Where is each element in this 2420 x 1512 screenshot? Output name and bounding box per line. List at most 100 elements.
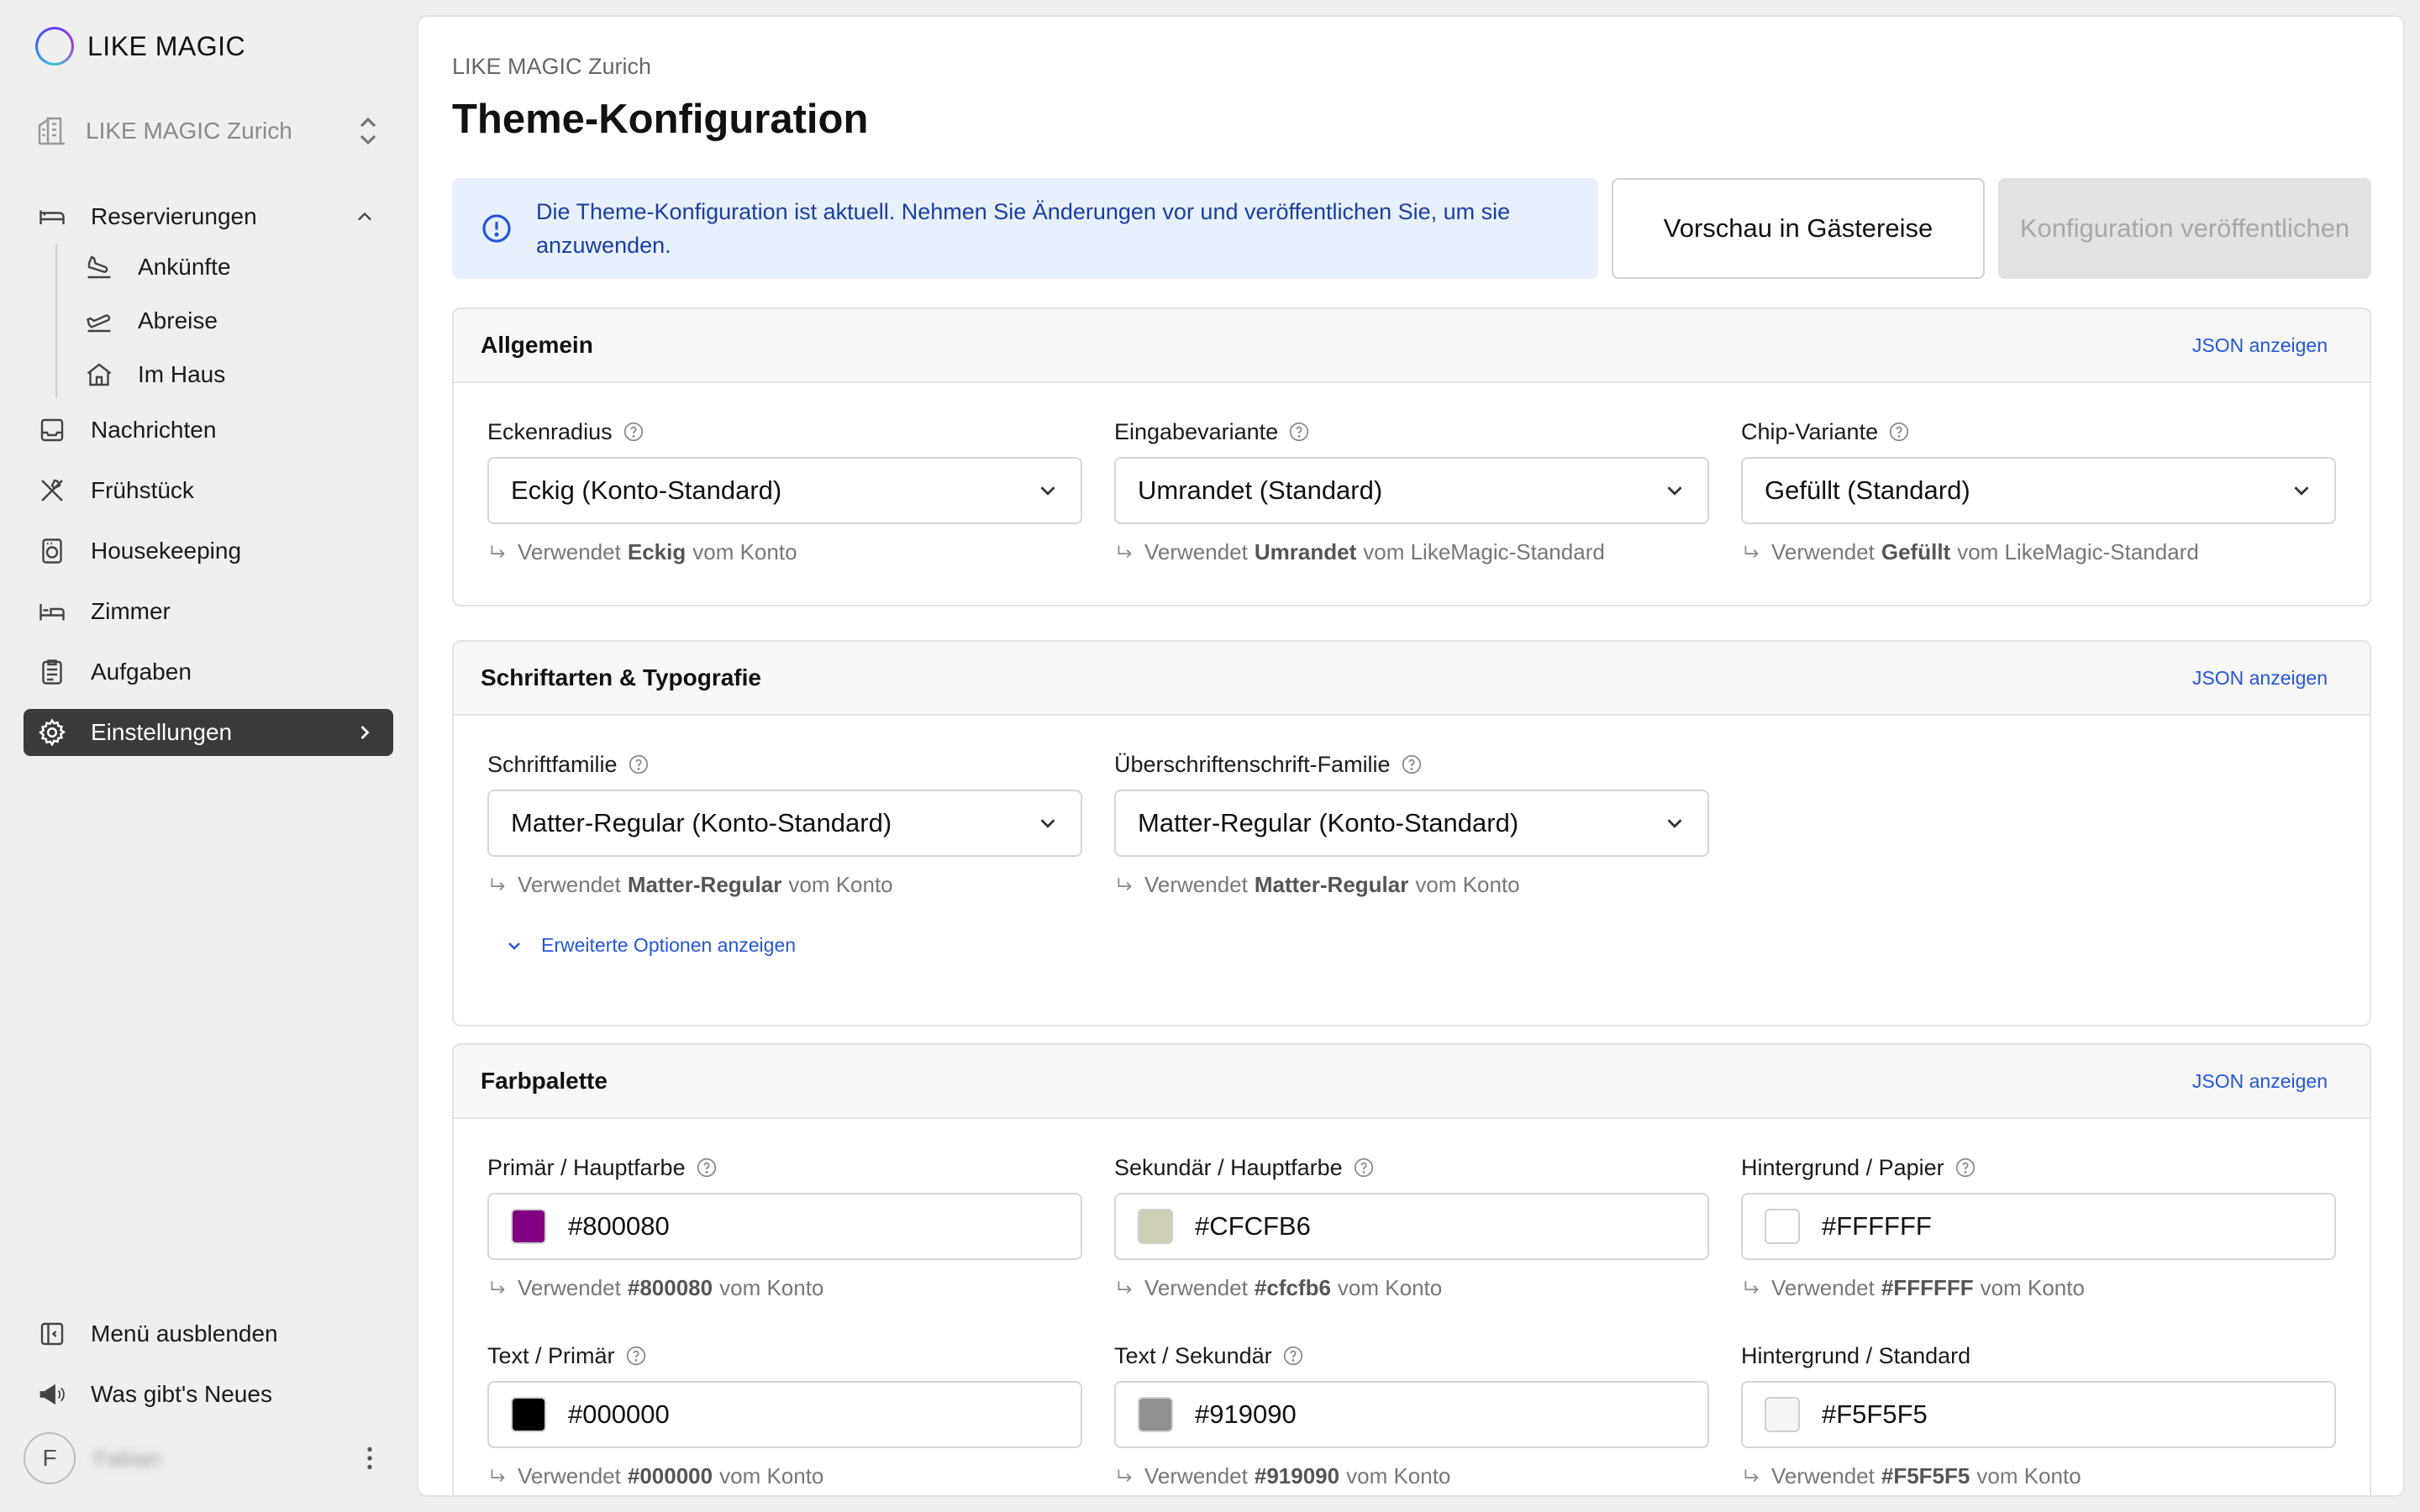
bed-icon [39,210,65,224]
nav-item-reservations[interactable]: Reservierungen [24,193,393,240]
help-icon[interactable] [1282,1345,1304,1367]
nav-item-arrivals[interactable]: Ankünfte [57,244,393,291]
color-swatch[interactable] [1138,1209,1173,1244]
home-icon [87,363,112,386]
color-palette-section: Farbpalette JSON anzeigen Primär / Haupt… [452,1043,2371,1495]
input-variant-select[interactable]: Umrandet (Standard) [1114,457,1709,524]
field-label-row: Eckenradius [487,417,1082,447]
show-json-link[interactable]: JSON anzeigen [2192,334,2328,357]
color-swatch[interactable] [511,1209,546,1244]
help-icon[interactable] [1954,1157,1976,1179]
chip-variant-select[interactable]: Gefüllt (Standard) [1741,457,2336,524]
hint-prefix: Verwendet [1771,1463,1875,1488]
heading-font-family-field: Überschriftenschrift-Familie Matter-Regu… [1114,749,1709,898]
inheritance-hint: Verwendet #FFFFFF vom Konto [1741,1275,2336,1301]
plane-takeoff-icon [87,314,111,333]
secondary-main-input[interactable]: #CFCFB6 [1114,1193,1709,1260]
info-alert: Die Theme-Konfiguration ist aktuell. Neh… [452,178,1598,279]
nav-item-tasks[interactable]: Aufgaben [24,648,393,696]
help-icon[interactable] [1401,753,1423,775]
chevron-down-icon [1667,486,1682,496]
hint-source: Matter-Regular [1254,872,1409,897]
section-header: Allgemein JSON anzeigen [454,309,2370,383]
hint-source: #919090 [1254,1463,1340,1488]
main-nav: Reservierungen Ankünfte Abreise Im Haus … [24,193,393,769]
select-value: Matter-Regular (Konto-Standard) [1138,808,1519,837]
hint-source: Matter-Regular [627,872,782,897]
color-swatch[interactable] [1765,1397,1800,1432]
hint-prefix: Verwendet [518,1463,621,1488]
primary-main-input[interactable]: #800080 [487,1193,1082,1260]
font-family-select[interactable]: Matter-Regular (Konto-Standard) [487,790,1082,857]
hint-source: #800080 [627,1275,713,1300]
color-swatch[interactable] [1138,1397,1173,1432]
washing-machine-icon [42,538,62,564]
hide-menu-button[interactable]: Menü ausblenden [24,1310,393,1357]
help-icon[interactable] [628,753,650,775]
background-default-input[interactable]: #F5F5F5 [1741,1381,2336,1448]
color-swatch[interactable] [511,1397,546,1432]
nav-item-housekeeping[interactable]: Housekeeping [24,528,393,575]
background-paper-input[interactable]: #FFFFFF [1741,1193,2336,1260]
input-variant-field: Eingabevariante Umrandet (Standard) Verw… [1114,417,1709,565]
nav-label: Menü ausblenden [91,1320,278,1347]
help-icon[interactable] [623,421,644,443]
chevron-up-down-icon [360,117,376,145]
help-icon[interactable] [1288,421,1310,443]
show-json-link[interactable]: JSON anzeigen [2192,1070,2328,1093]
color-value: #000000 [568,1399,670,1429]
section-title: Schriftarten & Typografie [481,664,761,690]
field-label: Sekundär / Hauptfarbe [1114,1154,1343,1180]
inbox-icon [40,418,64,442]
field-label: Eckenradius [487,418,613,444]
nav-item-departures[interactable]: Abreise [57,297,393,344]
whats-new-button[interactable]: Was gibt's Neues [24,1371,393,1418]
hotel-selector[interactable]: LIKE MAGIC Zurich [35,111,380,151]
sidebar-collapse-icon [40,1322,64,1346]
help-icon[interactable] [625,1345,647,1367]
nav-label: Nachrichten [91,417,217,443]
advanced-options-toggle[interactable]: Erweiterte Optionen anzeigen [504,934,796,957]
hint-suffix: vom LikeMagic-Standard [1363,539,1605,564]
hint-suffix: vom Konto [719,1275,824,1300]
hint-suffix: vom Konto [692,539,797,564]
inheritance-hint: Verwendet #919090 vom Konto [1114,1463,1709,1489]
color-swatch[interactable] [1765,1209,1800,1244]
field-label-row: Überschriftenschrift-Familie [1114,749,1709,780]
text-primary-input[interactable]: #000000 [487,1381,1082,1448]
nav-label: Zimmer [91,598,171,624]
preview-button[interactable]: Vorschau in Gästereise [1612,178,1985,279]
hint-prefix: Verwendet [518,872,621,897]
color-value: #F5F5F5 [1822,1399,1928,1429]
inheritance-hint: Verwendet #000000 vom Konto [487,1463,1082,1489]
nav-label: Housekeeping [91,538,242,564]
corner-radius-select[interactable]: Eckig (Konto-Standard) [487,457,1082,524]
nav-item-in-house[interactable]: Im Haus [57,351,393,398]
brand-logo[interactable]: LIKE MAGIC [35,27,245,66]
help-icon[interactable] [696,1157,718,1179]
show-json-link[interactable]: JSON anzeigen [2192,667,2328,690]
nav-item-breakfast[interactable]: Frühstück [24,467,393,514]
publish-button[interactable]: Konfiguration veröffentlichen [1998,178,2371,279]
nav-item-rooms[interactable]: Zimmer [24,588,393,635]
chip-variant-field: Chip-Variante Gefüllt (Standard) Verwend… [1741,417,2336,565]
help-icon[interactable] [1888,421,1910,443]
general-section: Allgemein JSON anzeigen Eckenradius Ecki… [452,307,2371,606]
hint-prefix: Verwendet [1771,1275,1875,1300]
field-label: Überschriftenschrift-Familie [1114,751,1391,777]
more-vertical-icon[interactable] [358,1443,381,1473]
inheritance-hint: Verwendet Matter-Regular vom Konto [1114,872,1709,898]
user-menu[interactable]: F Fabian [24,1431,393,1485]
section-title: Farbpalette [481,1068,608,1094]
help-icon[interactable] [1353,1157,1375,1179]
text-secondary-input[interactable]: #919090 [1114,1381,1709,1448]
inheritance-hint: Verwendet Matter-Regular vom Konto [487,872,1082,898]
nav-item-messages[interactable]: Nachrichten [24,407,393,454]
heading-font-family-select[interactable]: Matter-Regular (Konto-Standard) [1114,790,1709,857]
field-label-row: Schriftfamilie [487,749,1082,780]
return-arrow-icon [491,544,505,558]
breadcrumb[interactable]: LIKE MAGIC Zurich [452,54,651,80]
hint-prefix: Verwendet [1144,539,1248,564]
nav-item-settings[interactable]: Einstellungen [24,709,393,756]
chevron-down-icon [1040,819,1055,828]
